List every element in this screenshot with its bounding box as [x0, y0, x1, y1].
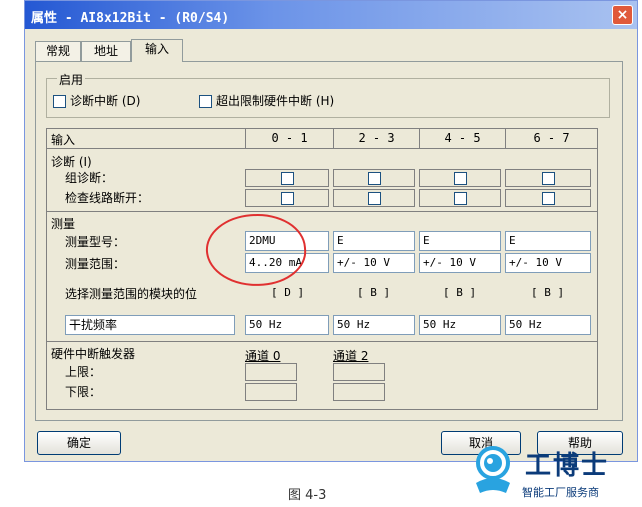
lower-limit-ch0[interactable]: [245, 383, 297, 401]
header-input: 输入: [51, 133, 76, 147]
table-header: 输入 0 - 1 2 - 3 4 - 5 6 - 7: [47, 129, 597, 149]
lower-limit-ch2[interactable]: [333, 383, 385, 401]
wire-break-cell-1[interactable]: [333, 189, 415, 207]
module-position-0: [ D ]: [271, 286, 305, 299]
figure-caption: 图 4-3: [288, 488, 327, 503]
module-position-label: 选择测量范围的模块的位: [65, 287, 198, 301]
header-col-2-3: 2 - 3: [333, 129, 419, 149]
group-diag-cell-1[interactable]: [333, 169, 415, 187]
diag-interrupt-option[interactable]: 诊断中断 (D): [53, 92, 140, 109]
limit-interrupt-label: 超出限制硬件中断 (H): [216, 94, 335, 108]
group-diag-label: 组诊断：: [65, 171, 114, 185]
module-position-3: [ B ]: [531, 286, 565, 299]
group-diag-checkbox-2[interactable]: [453, 171, 467, 185]
upper-limit-label: 上限：: [65, 365, 102, 379]
lower-limit-label: 下限：: [65, 385, 102, 399]
properties-dialog: 属性 - AI8x12Bit - (R0/S4) × 常规 地址 输入 启用 诊…: [24, 0, 638, 462]
channel-2-label: 通道 2: [333, 349, 369, 363]
meas-range-field-0[interactable]: 4..20 mA: [245, 253, 329, 273]
meas-type-label: 测量型号：: [65, 235, 126, 249]
trigger-label: 硬件中断触发器: [51, 347, 136, 361]
module-position-2: [ B ]: [443, 286, 477, 299]
upper-limit-ch0[interactable]: [245, 363, 297, 381]
freq-field-0[interactable]: 50 Hz: [245, 315, 329, 335]
header-col-4-5: 4 - 5: [419, 129, 505, 149]
wire-break-checkbox-0[interactable]: [280, 191, 294, 205]
meas-type-field-0[interactable]: 2DMU: [245, 231, 329, 251]
meas-range-field-2[interactable]: +/- 10 V: [419, 253, 501, 273]
group-diag-checkbox-3[interactable]: [541, 171, 555, 185]
upper-limit-ch2[interactable]: [333, 363, 385, 381]
title-bar[interactable]: 属性 - AI8x12Bit - (R0/S4) ×: [25, 1, 637, 29]
limit-interrupt-checkbox[interactable]: [199, 95, 212, 108]
group-diag-checkbox-1[interactable]: [367, 171, 381, 185]
channel-0-label: 通道 0: [245, 349, 281, 363]
freq-field-2[interactable]: 50 Hz: [419, 315, 501, 335]
limit-interrupt-option[interactable]: 超出限制硬件中断 (H): [199, 92, 334, 109]
meas-range-field-1[interactable]: +/- 10 V: [333, 253, 415, 273]
meas-type-field-3[interactable]: E: [505, 231, 591, 251]
wire-break-checkbox-1[interactable]: [367, 191, 381, 205]
group-diag-cell-0[interactable]: [245, 169, 329, 187]
freq-field-3[interactable]: 50 Hz: [505, 315, 591, 335]
freq-field-1[interactable]: 50 Hz: [333, 315, 415, 335]
meas-type-field-1[interactable]: E: [333, 231, 415, 251]
group-diag-cell-3[interactable]: [505, 169, 591, 187]
diag-interrupt-label: 诊断中断 (D): [70, 94, 141, 108]
tab-address[interactable]: 地址: [81, 41, 131, 61]
tab-input[interactable]: 输入: [131, 39, 183, 62]
diagnostics-label: 诊断 (I): [51, 155, 92, 169]
tab-panel: 启用 诊断中断 (D) 超出限制硬件中断 (H) 输入 0 - 1 2 - 3 …: [35, 61, 623, 421]
meas-type-field-2[interactable]: E: [419, 231, 501, 251]
group-diag-checkbox-0[interactable]: [280, 171, 294, 185]
close-button[interactable]: ×: [612, 5, 633, 25]
enable-legend: 启用: [57, 71, 86, 88]
enable-groupbox: 启用 诊断中断 (D) 超出限制硬件中断 (H): [46, 71, 610, 118]
logo-slogan: 智能工厂服务商: [522, 486, 599, 499]
wire-break-cell-3[interactable]: [505, 189, 591, 207]
interference-freq-field[interactable]: 干扰频率: [65, 315, 235, 335]
wire-break-checkbox-2[interactable]: [453, 191, 467, 205]
wire-break-checkbox-3[interactable]: [541, 191, 555, 205]
window-title: 属性 - AI8x12Bit - (R0/S4): [31, 11, 230, 26]
header-col-6-7: 6 - 7: [505, 129, 597, 149]
wire-break-cell-2[interactable]: [419, 189, 501, 207]
meas-range-field-3[interactable]: +/- 10 V: [505, 253, 591, 273]
wire-break-cell-0[interactable]: [245, 189, 329, 207]
input-parameter-table: 输入 0 - 1 2 - 3 4 - 5 6 - 7 诊断 (I) 组诊断： 检…: [46, 128, 598, 410]
meas-range-label: 测量范围：: [65, 257, 126, 271]
module-position-1: [ B ]: [357, 286, 391, 299]
logo-brand-name: 工博士: [525, 451, 610, 481]
group-diag-cell-2[interactable]: [419, 169, 501, 187]
wire-break-label: 检查线路断开：: [65, 191, 150, 205]
section-divider: [47, 211, 597, 212]
robot-logo-icon: [476, 446, 510, 493]
header-col-0-1: 0 - 1: [245, 129, 333, 149]
ok-button[interactable]: 确定: [37, 431, 121, 455]
diag-interrupt-checkbox[interactable]: [53, 95, 66, 108]
measurement-label: 测量: [51, 217, 76, 231]
section-divider: [47, 341, 597, 342]
tab-general[interactable]: 常规: [35, 41, 81, 61]
